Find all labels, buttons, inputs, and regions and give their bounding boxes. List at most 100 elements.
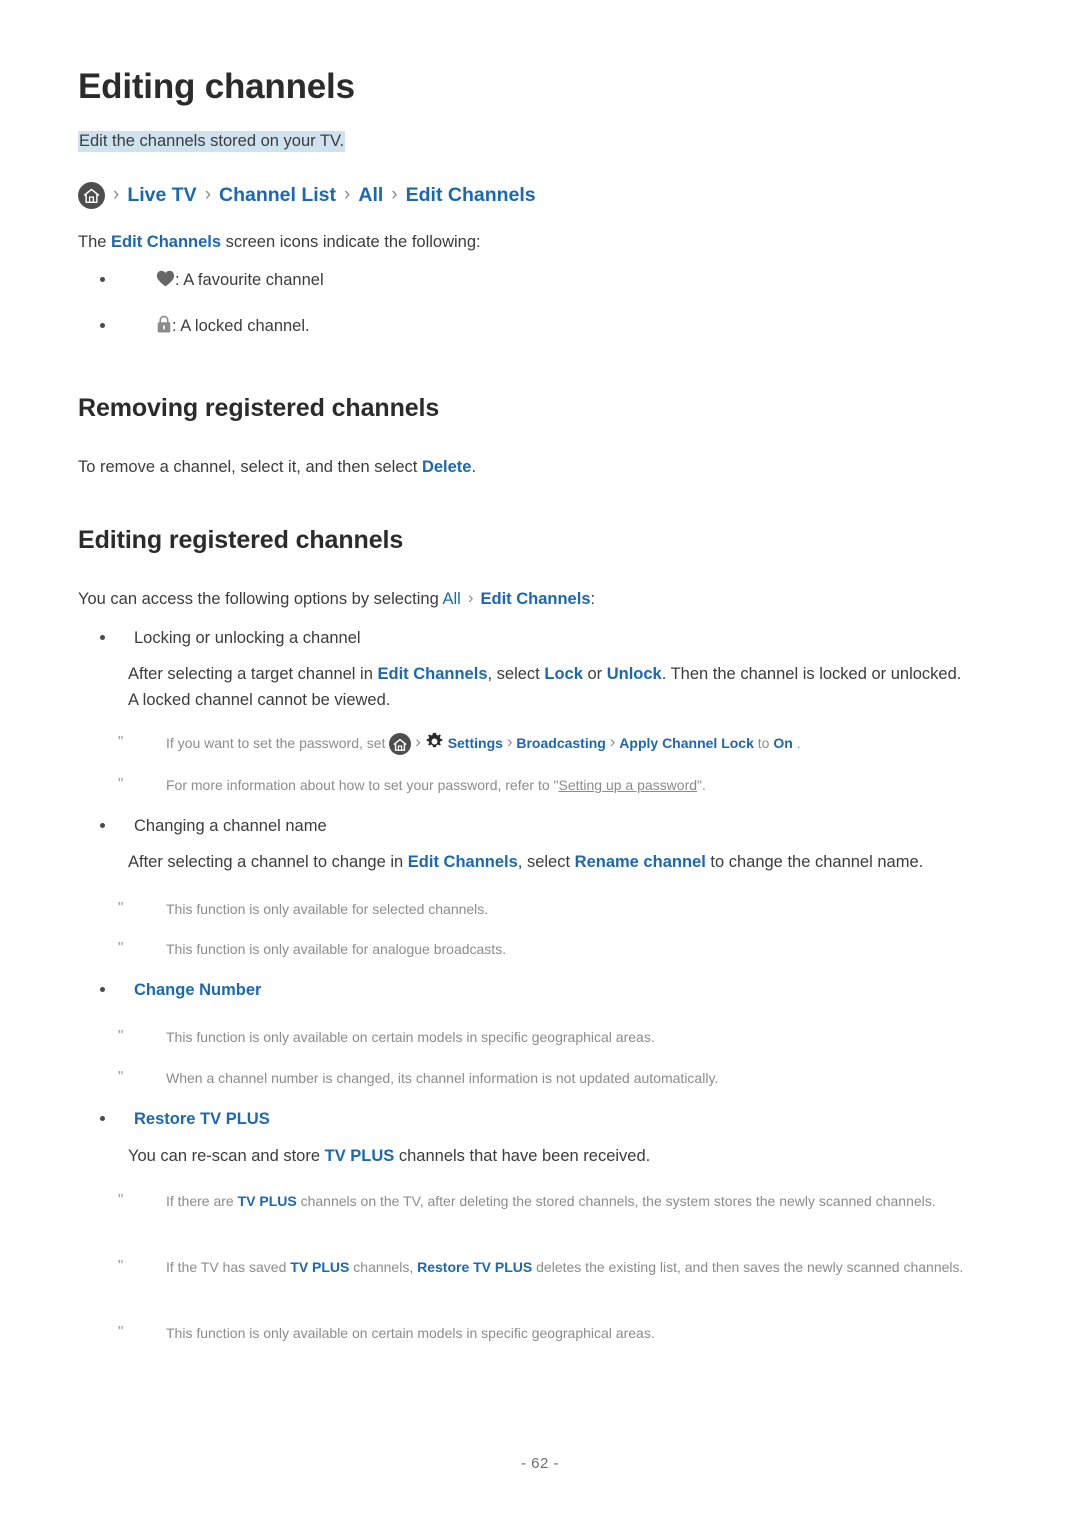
note-password-reference: " For more information about how to set …: [118, 774, 998, 796]
note-marker: ": [118, 1191, 124, 1208]
breadcrumb-separator-1: ›: [113, 184, 120, 205]
gear-icon[interactable]: [425, 732, 444, 751]
bullet-dot: [100, 823, 105, 828]
bullet-dot: [100, 635, 105, 640]
breadcrumb-separator-2: ›: [204, 184, 212, 205]
note-restore-2-part-4: deletes the existing list, and then save…: [532, 1259, 964, 1275]
option-renaming: Changing a channel name: [100, 814, 980, 840]
note-suffix: .: [796, 735, 801, 751]
option-change-number-label[interactable]: Change Number: [134, 978, 980, 1004]
breadcrumb-item-live-tv[interactable]: Live TV: [127, 184, 196, 207]
note-renaming-1: " This function is only available for se…: [118, 898, 998, 920]
note-marker: ": [118, 1068, 124, 1085]
restore-tv-plus-link[interactable]: Restore TV PLUS: [417, 1259, 532, 1275]
note-text-before: For more information about how to set yo…: [166, 777, 559, 793]
tv-plus-link[interactable]: TV PLUS: [238, 1193, 297, 1209]
note-prefix: If you want to set the password, set: [166, 735, 390, 751]
restore-body-0: You can re-scan and store: [128, 1147, 325, 1165]
intro-lead: The Edit Channels screen icons indicate …: [78, 230, 978, 256]
note-password-reference-text: For more information about how to set yo…: [166, 774, 998, 796]
note-renaming-2-text: This function is only available for anal…: [166, 941, 507, 957]
removing-text-before: To remove a channel, select it, and then…: [78, 458, 422, 476]
note-restore-3: " This function is only available on cer…: [118, 1322, 993, 1344]
bullet-dot: [100, 1116, 105, 1121]
tv-plus-link[interactable]: TV PLUS: [290, 1259, 349, 1275]
home-icon[interactable]: [389, 733, 412, 756]
restore-body-2: channels that have been received.: [394, 1147, 651, 1165]
note-change-number-2: " When a channel number is changed, its …: [118, 1067, 998, 1089]
note-text-after: ".: [697, 777, 706, 793]
home-icon[interactable]: [78, 182, 105, 209]
removing-text-after: .: [471, 458, 477, 476]
breadcrumb-item-edit-channels[interactable]: Edit Channels: [406, 184, 536, 207]
section-body-editing-intro: You can access the following options by …: [78, 587, 1018, 613]
all-link[interactable]: All: [442, 590, 460, 608]
note-separator-2: ›: [506, 732, 513, 751]
delete-link[interactable]: Delete: [422, 458, 472, 476]
note-marker: ": [118, 775, 124, 792]
breadcrumb: › Live TV › Channel List › All › Edit Ch…: [78, 182, 536, 209]
favourite-channel-text: : A favourite channel: [175, 271, 324, 289]
option-renaming-body: After selecting a channel to change in E…: [128, 850, 1008, 876]
section-heading-editing: Editing registered channels: [78, 526, 404, 554]
intro-lead-link[interactable]: Edit Channels: [111, 233, 221, 251]
note-restore-2-part-0: If the TV has saved: [166, 1259, 291, 1275]
breadcrumb-item-all[interactable]: All: [358, 184, 383, 207]
locked-channel-legend: : A locked channel.: [156, 314, 800, 340]
breadcrumb-separator-4: ›: [391, 184, 398, 205]
on-value[interactable]: On: [773, 735, 792, 751]
section-heading-removing: Removing registered channels: [78, 394, 440, 422]
locked-channel-text: : A locked channel.: [172, 317, 310, 335]
locking-body-4: or: [582, 665, 607, 683]
unlock-link[interactable]: Unlock: [607, 665, 662, 683]
renaming-body-2: , select: [517, 853, 575, 871]
lock-icon: [156, 315, 172, 334]
note-marker: ": [118, 1027, 124, 1044]
renaming-body-4: to change the channel name.: [705, 853, 924, 871]
option-restore-tv-plus-body: You can re-scan and store TV PLUS channe…: [128, 1144, 1008, 1170]
tv-plus-link[interactable]: TV PLUS: [325, 1147, 395, 1165]
note-marker: ": [118, 1257, 124, 1274]
note-marker: ": [118, 733, 124, 750]
bullet-dot: [100, 987, 105, 992]
breadcrumb-item-channel-list[interactable]: Channel List: [219, 184, 336, 207]
option-change-number: Change Number: [100, 978, 980, 1004]
locking-body-0: After selecting a target channel in: [128, 665, 378, 683]
editing-intro-after: :: [590, 590, 596, 608]
heart-icon: [156, 270, 175, 287]
option-locking-body: After selecting a target channel in Edit…: [128, 662, 973, 713]
broadcasting-link[interactable]: Broadcasting: [516, 735, 605, 751]
edit-channels-link[interactable]: Edit Channels: [408, 853, 518, 871]
note-restore-1-part-0: If there are: [166, 1193, 238, 1209]
lock-link[interactable]: Lock: [544, 665, 583, 683]
apply-channel-lock-link[interactable]: Apply Channel Lock: [619, 735, 754, 751]
editing-intro-before: You can access the following options by …: [78, 590, 443, 608]
note-change-number-1: " This function is only available on cer…: [118, 1026, 998, 1048]
page-description: Edit the channels stored on your TV.: [78, 130, 346, 154]
list-item: : A favourite channel: [100, 268, 800, 294]
setting-up-a-password-link[interactable]: Setting up a password: [558, 777, 697, 793]
breadcrumb-separator-3: ›: [344, 184, 351, 205]
note-marker: ": [118, 899, 124, 916]
page-description-highlight: Edit the channels stored on your TV.: [78, 131, 346, 152]
option-renaming-label: Changing a channel name: [134, 817, 327, 835]
note-separator-3: ›: [609, 732, 616, 751]
note-password-path-text: If you want to set the password, set › S…: [166, 732, 998, 756]
note-password-path: " If you want to set the password, set ›…: [118, 732, 998, 756]
intro-lead-before: The: [78, 233, 112, 251]
note-restore-2-text: If the TV has saved TV PLUS channels, Re…: [166, 1256, 993, 1278]
renaming-body-0: After selecting a channel to change in: [128, 853, 408, 871]
rename-channel-link[interactable]: Rename channel: [575, 853, 706, 871]
note-middle: to: [757, 735, 774, 751]
note-restore-3-text: This function is only available on certa…: [166, 1325, 655, 1341]
note-restore-2-part-2: channels,: [349, 1259, 418, 1275]
page-number: - 62 -: [520, 1455, 559, 1472]
edit-channels-link[interactable]: Edit Channels: [480, 590, 590, 608]
note-restore-1-text: If there are TV PLUS channels on the TV,…: [166, 1190, 983, 1212]
document-page: Editing channels Edit the channels store…: [0, 0, 1080, 1527]
settings-link[interactable]: Settings: [448, 735, 503, 751]
option-locking: Locking or unlocking a channel: [100, 626, 960, 652]
edit-channels-link[interactable]: Edit Channels: [377, 665, 487, 683]
option-restore-tv-plus-label[interactable]: Restore TV PLUS: [134, 1107, 980, 1133]
intro-lead-after: screen icons indicate the following:: [221, 233, 481, 251]
